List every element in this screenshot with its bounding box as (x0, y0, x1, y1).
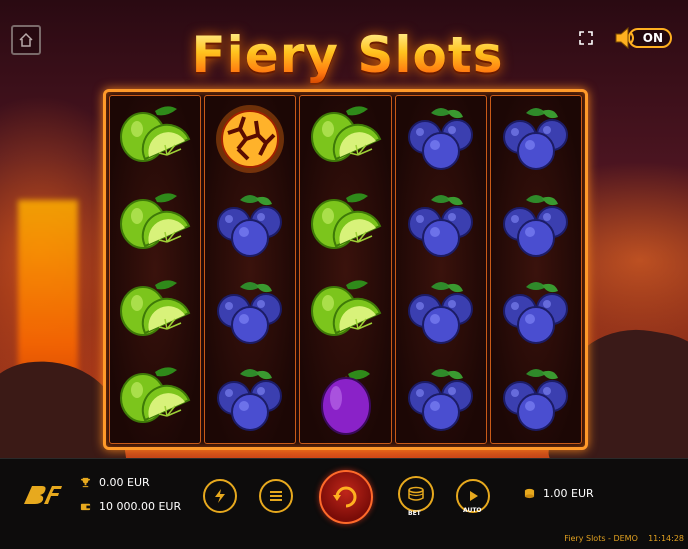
game-logo: Fiery Slots (180, 20, 515, 90)
spin-button[interactable] (319, 470, 373, 524)
blueberry-symbol (401, 186, 481, 266)
reel-1 (109, 95, 202, 444)
blueberry-symbol (496, 273, 576, 353)
lime-symbol (306, 186, 386, 266)
reel-3 (299, 95, 392, 444)
game-title: Fiery Slots (191, 26, 504, 84)
control-bar: 0.00 EUR 10 000.00 EUR BET AUTO 1.00 EUR… (0, 458, 688, 549)
blueberry-symbol (401, 360, 481, 440)
footer-info: Fiery Slots - DEMO 11:14:28 (564, 534, 684, 543)
reel-4 (394, 95, 487, 444)
home-button[interactable] (11, 25, 41, 55)
auto-label: AUTO (463, 507, 482, 514)
game-stage: Fiery Slots ON (0, 0, 688, 458)
spin-icon (333, 486, 357, 508)
win-amount: 0.00 EUR (99, 476, 150, 489)
turbo-button[interactable] (203, 479, 237, 513)
sound-toggle[interactable]: ON (610, 22, 673, 54)
blueberry-symbol (496, 186, 576, 266)
game-mode: Fiery Slots - DEMO (564, 534, 638, 543)
fullscreen-icon[interactable] (579, 31, 593, 45)
bet-button[interactable] (398, 476, 434, 512)
speaker-icon (615, 26, 634, 50)
blueberry-symbol (210, 186, 290, 266)
blueberry-symbol (210, 360, 290, 440)
plum-symbol (306, 360, 386, 440)
balance-amount: 10 000.00 EUR (99, 500, 182, 513)
autoplay-icon (470, 491, 478, 501)
blueberry-symbol (496, 360, 576, 440)
bf-games-logo (24, 486, 62, 504)
fireball-symbol (210, 99, 290, 179)
menu-button[interactable] (259, 479, 293, 513)
lime-symbol (115, 273, 195, 353)
bet-label: BET (408, 510, 421, 517)
lime-symbol (115, 99, 195, 179)
blueberry-symbol (496, 99, 576, 179)
bet-amount: 1.00 EUR (543, 487, 594, 500)
reel-2 (204, 95, 297, 444)
lime-symbol (115, 360, 195, 440)
blueberry-symbol (401, 99, 481, 179)
menu-icon (270, 491, 282, 501)
lightning-icon (215, 489, 225, 503)
lime-symbol (115, 186, 195, 266)
balance-display: 10 000.00 EUR (80, 500, 181, 513)
reel-grid (103, 89, 588, 450)
wallet-icon (80, 503, 91, 511)
coin-stack-icon (408, 486, 424, 501)
reel-5 (489, 95, 583, 444)
coin-icon (524, 488, 535, 499)
blueberry-symbol (210, 273, 290, 353)
home-icon (19, 32, 33, 47)
clock: 11:14:28 (648, 534, 684, 543)
lime-symbol (306, 99, 386, 179)
blueberry-symbol (401, 273, 481, 353)
win-display: 0.00 EUR (80, 476, 150, 489)
lime-symbol (306, 273, 386, 353)
bet-display: 1.00 EUR (524, 487, 594, 500)
trophy-icon (80, 477, 91, 488)
